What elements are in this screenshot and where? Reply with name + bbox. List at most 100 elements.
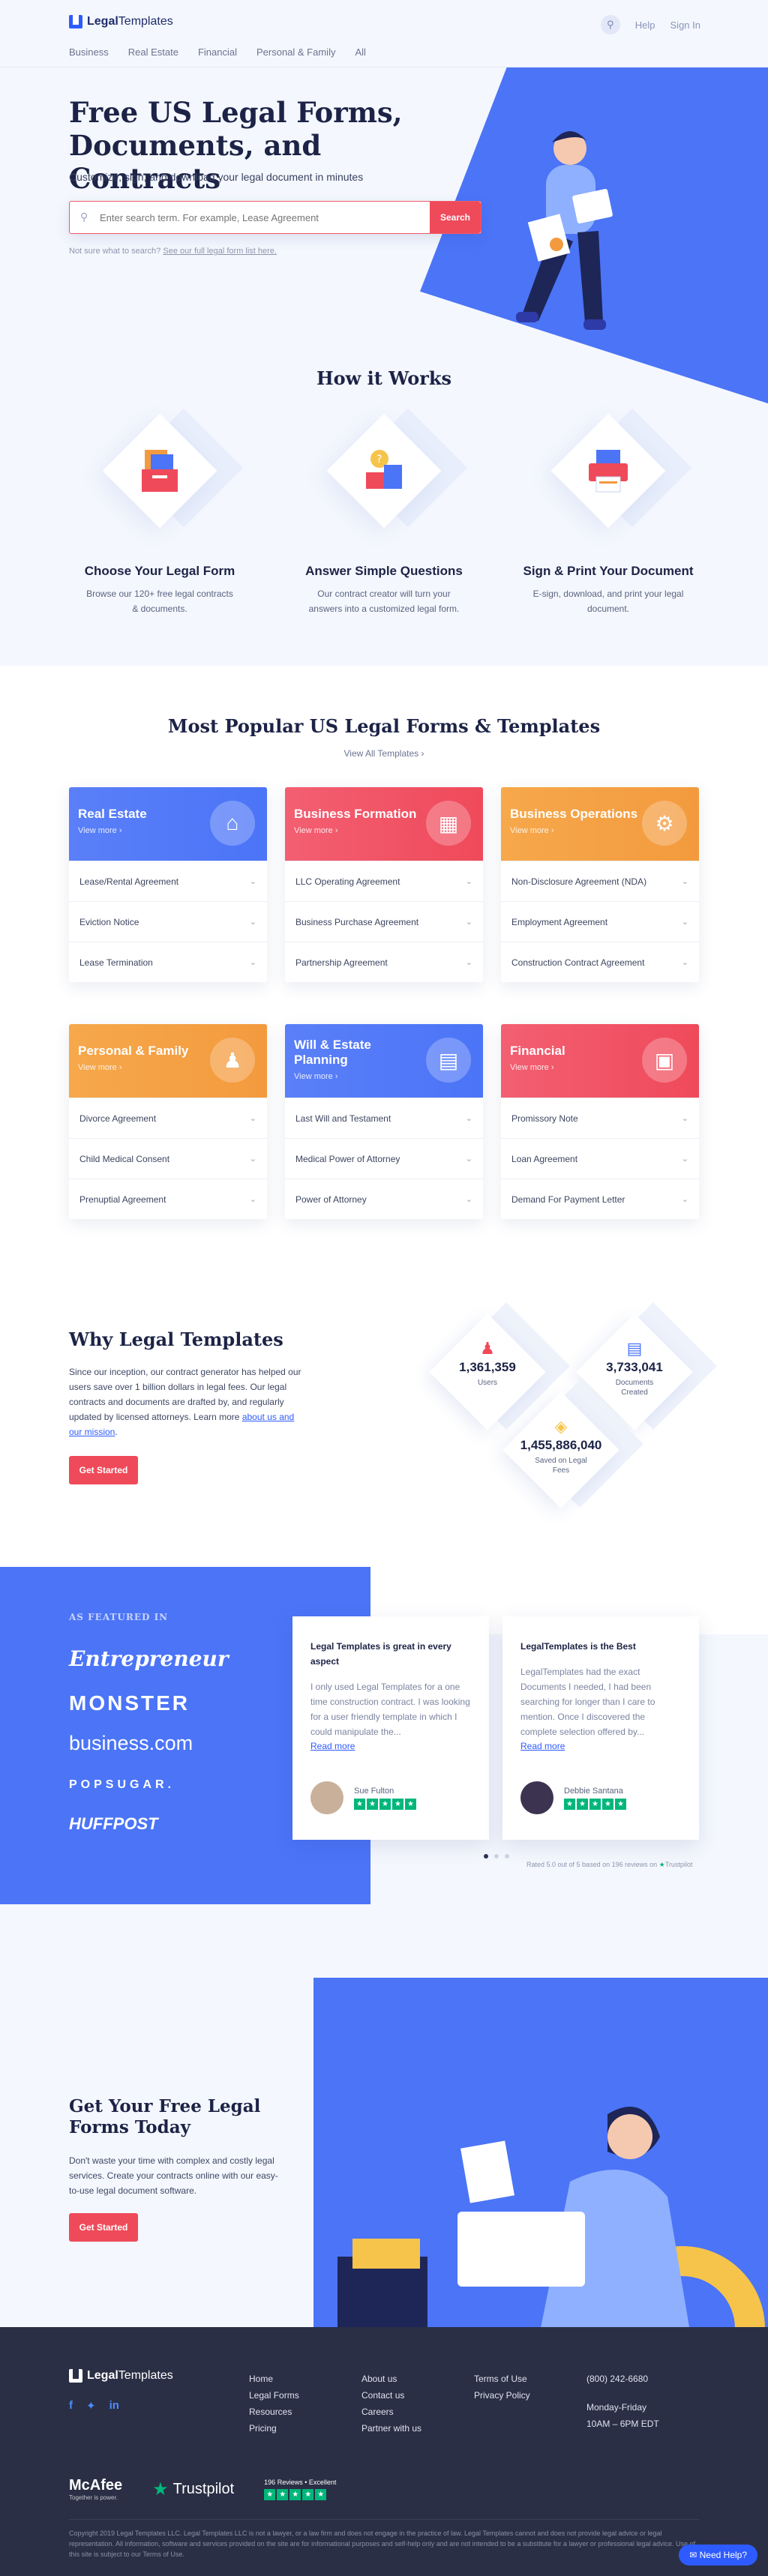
view-all-templates-link[interactable]: View All Templates › (0, 748, 768, 759)
card-item[interactable]: Eviction Notice ⌄ (69, 901, 267, 942)
card-item[interactable]: Child Medical Consent ⌄ (69, 1138, 267, 1179)
nav-personal-family[interactable]: Personal & Family (256, 46, 335, 58)
card-will-estate: Will & Estate Planning View more › ▤ Last … (285, 1024, 483, 1219)
logo-bold: Legal (87, 15, 118, 28)
read-more-link[interactable]: Read more (520, 1741, 681, 1751)
step-text: E-sign, download, and print your legal d… (532, 589, 684, 614)
card-item[interactable]: Employment Agreement ⌄ (501, 901, 699, 942)
logo-icon (69, 15, 82, 28)
twitter-icon[interactable]: ✦ (86, 2399, 96, 2413)
carousel-dot[interactable] (484, 1854, 488, 1859)
card-header[interactable]: Will & Estate Planning View more › ▤ (285, 1024, 483, 1098)
chat-icon: ✉ (689, 2550, 698, 2560)
nav-financial[interactable]: Financial (198, 46, 237, 58)
card-item-label: Last Will and Testament (296, 1113, 392, 1124)
card-header[interactable]: Real Estate View more › ⌂ (69, 787, 267, 861)
read-more-link[interactable]: Read more (310, 1741, 471, 1751)
mcafee-sub: Together is power. (69, 2494, 118, 2501)
facebook-icon[interactable]: f (69, 2399, 73, 2413)
card-item[interactable]: Medical Power of Attorney ⌄ (285, 1138, 483, 1179)
chevron-down-icon: ⌄ (465, 1155, 472, 1164)
avatar (310, 1781, 344, 1814)
footer-link[interactable]: Resources (249, 2404, 299, 2420)
carousel-dot[interactable] (505, 1854, 509, 1859)
card-item[interactable]: Prenuptial Agreement ⌄ (69, 1179, 267, 1219)
hero-hint: Not sure what to search? See our full le… (69, 247, 277, 256)
card-item-label: LLC Operating Agreement (296, 876, 400, 887)
featured-label: AS FEATURED IN (69, 1612, 169, 1622)
nav-business[interactable]: Business (69, 46, 109, 58)
review-card: Legal Templates is great in every aspect… (292, 1616, 489, 1840)
step-sign: Sign & Print Your Document E-sign, downl… (514, 408, 702, 616)
footer-link[interactable]: Terms of Use (474, 2371, 530, 2387)
step-answer: ? Answer Simple Questions Our contract c… (290, 408, 478, 616)
footer-link[interactable]: Careers (362, 2404, 422, 2420)
sign-in-link[interactable]: Sign In (670, 19, 700, 31)
main-nav: Business Real Estate Financial Personal … (69, 46, 366, 58)
review-title: LegalTemplates is the Best (520, 1641, 636, 1652)
footer-link[interactable]: Partner with us (362, 2420, 422, 2437)
rating-stars: ★ ★ ★ ★ ★ (354, 1798, 416, 1810)
view-more-label: View more (78, 826, 117, 835)
form-list-link[interactable]: See our full legal form list here. (163, 247, 277, 256)
chevron-down-icon: ⌄ (249, 1195, 256, 1204)
card-item[interactable]: Promissory Note ⌄ (501, 1098, 699, 1138)
card-item[interactable]: Lease/Rental Agreement ⌄ (69, 861, 267, 901)
card-real-estate: Real Estate View more › ⌂ Lease/Rental Agr… (69, 787, 267, 982)
site-logo[interactable]: LegalTemplates (69, 15, 173, 28)
footer-logo[interactable]: LegalTemplates (69, 2369, 173, 2383)
get-started-button[interactable]: Get Started (69, 1456, 138, 1484)
card-item[interactable]: LLC Operating Agreement ⌄ (285, 861, 483, 901)
hero-search-input[interactable] (70, 202, 430, 233)
carousel-dots (484, 1854, 509, 1859)
header-search-icon[interactable]: ⚲ (600, 15, 620, 34)
nav-all[interactable]: All (355, 46, 365, 58)
svg-text:?: ? (376, 454, 382, 466)
view-all-label: View All Templates (344, 748, 419, 759)
trustpilot-badge: ★ Trustpilot (152, 2479, 234, 2500)
card-item-label: Loan Agreement (512, 1153, 578, 1164)
chevron-down-icon: ⌄ (465, 1195, 472, 1204)
help-link[interactable]: Help (635, 19, 656, 31)
phone-link[interactable]: (800) 242-6680 (586, 2371, 659, 2387)
trustpilot-star-icon: ★ (152, 2479, 169, 2500)
hero-search-box: ⚲ Search (69, 201, 482, 234)
footer-link[interactable]: Home (249, 2371, 299, 2387)
chevron-down-icon: ⌄ (249, 918, 256, 927)
card-item[interactable]: Loan Agreement ⌄ (501, 1138, 699, 1179)
hero-search-button[interactable]: Search (430, 202, 481, 233)
footer-link[interactable]: Pricing (249, 2420, 299, 2437)
mcafee-label: McAfee (69, 2477, 123, 2494)
printer-icon (589, 450, 628, 493)
card-header[interactable]: Personal & Family View more › ♟ (69, 1024, 267, 1098)
cta-get-started-button[interactable]: Get Started (69, 2213, 138, 2242)
card-item[interactable]: Lease Termination ⌄ (69, 942, 267, 982)
footer-link[interactable]: Privacy Policy (474, 2387, 530, 2404)
footer-link[interactable]: About us (362, 2371, 422, 2387)
nav-real-estate[interactable]: Real Estate (128, 46, 178, 58)
carousel-dot[interactable] (494, 1854, 499, 1859)
card-header[interactable]: Business Formation View more › ▦ (285, 787, 483, 861)
footer-link[interactable]: Legal Forms (249, 2387, 299, 2404)
card-item-label: Partnership Agreement (296, 957, 388, 968)
hours-time: 10AM – 6PM EDT (586, 2419, 659, 2429)
card-item-label: Divorce Agreement (80, 1113, 157, 1124)
cta-text: Don't waste your time with complex and c… (69, 2155, 278, 2196)
why-text: Since our inception, our contract genera… (69, 1367, 302, 1437)
money-bag-icon: ◈ (554, 1417, 568, 1436)
chevron-down-icon: ⌄ (249, 1155, 256, 1164)
card-item[interactable]: Partnership Agreement ⌄ (285, 942, 483, 982)
card-item[interactable]: Construction Contract Agreement ⌄ (501, 942, 699, 982)
logo-entrepreneur: Entrepreneur (69, 1646, 229, 1671)
card-item[interactable]: Business Purchase Agreement ⌄ (285, 901, 483, 942)
linkedin-icon[interactable]: in (110, 2399, 119, 2413)
footer-link[interactable]: Contact us (362, 2387, 422, 2404)
card-item[interactable]: Divorce Agreement ⌄ (69, 1098, 267, 1138)
card-header[interactable]: Financial View more › ▣ (501, 1024, 699, 1098)
card-item[interactable]: Non-Disclosure Agreement (NDA) ⌄ (501, 861, 699, 901)
card-item[interactable]: Power of Attorney ⌄ (285, 1179, 483, 1219)
card-item[interactable]: Demand For Payment Letter ⌄ (501, 1179, 699, 1219)
need-help-button[interactable]: ✉ Need Help? (679, 2545, 758, 2566)
card-item[interactable]: Last Will and Testament ⌄ (285, 1098, 483, 1138)
card-header[interactable]: Business Operations View more › ⚙ (501, 787, 699, 861)
